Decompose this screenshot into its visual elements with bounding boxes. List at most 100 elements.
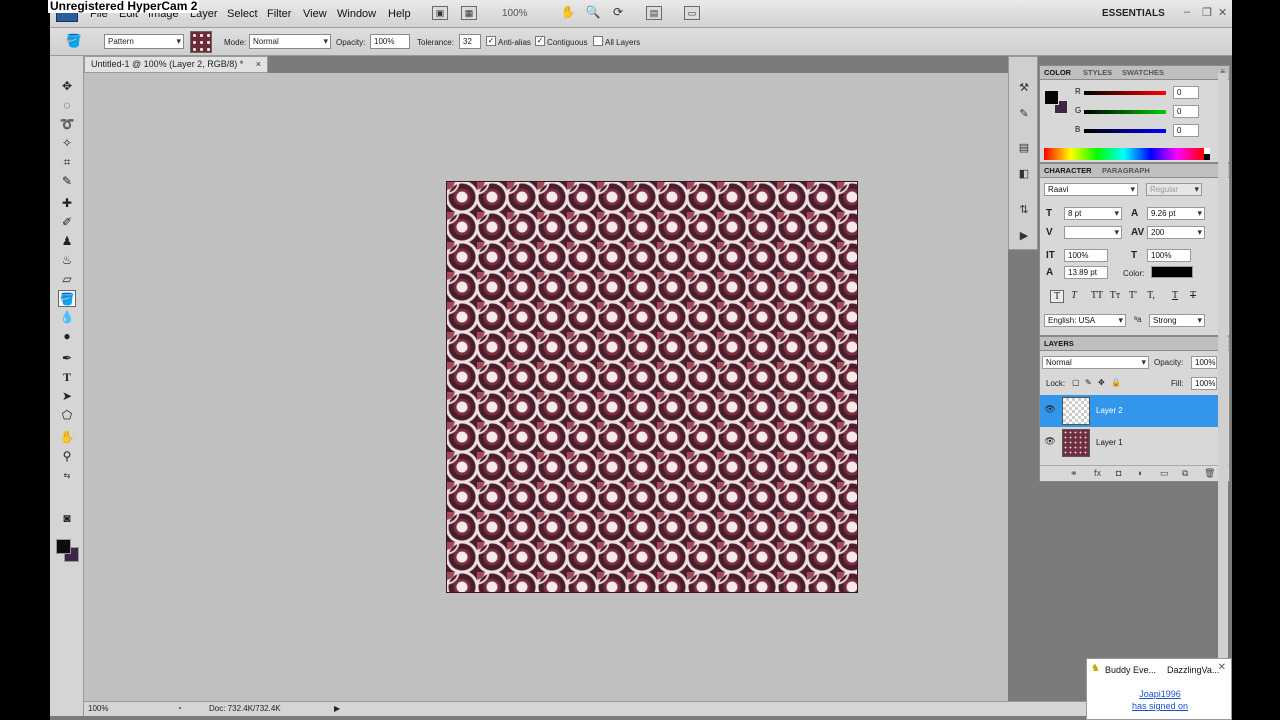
lasso-tool-icon[interactable]: ➰ — [58, 116, 76, 133]
horizontal-scale-field[interactable]: 100% — [1147, 249, 1191, 262]
brushes-panel-icon[interactable]: ✎ — [1016, 107, 1032, 121]
adjustment-layer-icon[interactable]: ◐ — [1138, 468, 1143, 478]
quick-mask-icon[interactable]: ◙ — [58, 510, 76, 527]
zoom-icon[interactable]: ⚲ — [58, 448, 76, 465]
lock-transparent-icon[interactable]: ▢ — [1072, 378, 1080, 387]
history-brush-tool-icon[interactable]: ♨ — [58, 252, 76, 269]
new-group-icon[interactable]: ▭ — [1160, 468, 1169, 479]
anti-alias-checkbox[interactable]: ✓ — [486, 36, 496, 46]
subscript-button[interactable]: T, — [1144, 290, 1158, 303]
buddy-notification[interactable]: ♞ Buddy Eve... DazzlingVa... ✕ Joapi1996… — [1086, 658, 1232, 720]
magic-wand-tool-icon[interactable]: ✧ — [58, 135, 76, 152]
fill-source-select[interactable]: Pattern — [104, 34, 184, 49]
foreground-color-swatch[interactable] — [56, 539, 71, 554]
tab-layers[interactable]: LAYERS — [1044, 339, 1074, 348]
tolerance-field[interactable]: 32 — [459, 34, 481, 49]
small-caps-button[interactable]: Tт — [1108, 290, 1122, 303]
black-white-ramp[interactable] — [1204, 148, 1210, 160]
superscript-button[interactable]: T' — [1126, 290, 1140, 303]
arrange-documents-icon[interactable]: ▤ — [646, 6, 662, 20]
opacity-field[interactable]: 100% — [370, 34, 410, 49]
faux-bold-button[interactable]: T — [1050, 290, 1064, 303]
restore-icon[interactable]: ❐ — [1202, 6, 1212, 19]
layer-style-icon[interactable]: fx — [1094, 468, 1101, 478]
eye-icon[interactable]: 👁 — [1044, 436, 1056, 448]
3d-rotate-tool-icon[interactable]: ✋ — [58, 429, 76, 446]
g-value-field[interactable]: 0 — [1173, 105, 1199, 118]
r-value-field[interactable]: 0 — [1173, 86, 1199, 99]
brush-tool-icon[interactable]: ✐ — [58, 214, 76, 231]
hand-tool-icon[interactable]: ✋ — [560, 6, 576, 20]
pattern-picker[interactable] — [190, 31, 212, 53]
blur-tool-icon[interactable]: 💧 — [58, 309, 76, 326]
tool-presets-icon[interactable]: ⚒ — [1016, 81, 1032, 95]
lock-position-icon[interactable]: ✥ — [1098, 378, 1105, 387]
document-tab[interactable]: Untitled-1 @ 100% (Layer 2, RGB/8) * × — [84, 56, 268, 73]
path-selection-tool-icon[interactable]: ➤ — [58, 388, 76, 405]
menu-help[interactable]: Help — [388, 8, 411, 20]
leading-field[interactable]: 9.26 pt — [1147, 207, 1205, 220]
faux-italic-button[interactable]: T — [1067, 290, 1081, 303]
menu-select[interactable]: Select — [227, 8, 258, 20]
status-zoom[interactable]: 100% — [88, 702, 108, 715]
baseline-shift-field[interactable]: 13.89 pt — [1064, 266, 1108, 279]
b-slider[interactable] — [1084, 129, 1166, 133]
vertical-scale-field[interactable]: 100% — [1064, 249, 1108, 262]
kerning-field[interactable] — [1064, 226, 1122, 239]
play-action-icon[interactable]: ▶ — [1016, 229, 1032, 243]
notification-status-link[interactable]: has signed on — [1087, 701, 1233, 711]
font-size-field[interactable]: 8 pt — [1064, 207, 1122, 220]
mode-select[interactable]: Normal — [249, 34, 331, 49]
tab-color[interactable]: COLOR — [1044, 68, 1071, 77]
all-caps-button[interactable]: TT — [1090, 290, 1104, 303]
delete-layer-icon[interactable]: 🗑 — [1204, 468, 1215, 479]
menu-view[interactable]: View — [303, 8, 327, 20]
fill-field[interactable]: 100% — [1191, 377, 1217, 390]
move-tool-icon[interactable]: ✥ — [58, 78, 76, 95]
blend-mode-select[interactable]: Normal — [1042, 356, 1149, 369]
clone-stamp-tool-icon[interactable]: ♟ — [58, 233, 76, 250]
lock-all-icon[interactable]: 🔒 — [1111, 378, 1121, 387]
all-layers-checkbox[interactable] — [593, 36, 603, 46]
status-menu-arrow-icon[interactable]: ▶ — [334, 702, 340, 715]
paint-bucket-preset-icon[interactable]: 🪣 — [64, 33, 84, 51]
dodge-tool-icon[interactable]: ● — [58, 328, 76, 345]
layer-mask-icon[interactable]: ◘ — [1116, 468, 1121, 478]
lock-image-icon[interactable]: ✎ — [1085, 378, 1092, 387]
close-icon[interactable]: ✕ — [1218, 6, 1227, 19]
tab-swatches[interactable]: SWATCHES — [1122, 68, 1164, 77]
zoom-tool-icon[interactable]: 🔍 — [585, 6, 601, 20]
font-style-select[interactable]: Regular — [1146, 183, 1202, 196]
tab-styles[interactable]: STYLES — [1083, 68, 1112, 77]
close-icon[interactable]: ✕ — [1218, 662, 1226, 673]
status-info-icon[interactable]: ◔ — [177, 702, 182, 715]
view-extras-icon[interactable]: ▦ — [461, 6, 477, 20]
actions-panel-icon[interactable]: ⇅ — [1016, 203, 1032, 217]
new-layer-icon[interactable]: ⧉ — [1182, 468, 1188, 479]
underline-button[interactable]: T — [1168, 290, 1182, 303]
link-layers-icon[interactable]: ⚭ — [1070, 468, 1078, 479]
clone-source-icon[interactable]: ◧ — [1016, 167, 1032, 181]
g-slider[interactable] — [1084, 110, 1166, 114]
shape-tool-icon[interactable]: ⬠ — [58, 407, 76, 424]
eyedropper-tool-icon[interactable]: ✎ — [58, 173, 76, 190]
contiguous-checkbox[interactable]: ✓ — [535, 36, 545, 46]
layer-name[interactable]: Layer 1 — [1096, 438, 1123, 447]
crop-tool-icon[interactable]: ⌗ — [58, 154, 76, 171]
zoom-level-select[interactable]: 100% — [502, 8, 528, 19]
healing-brush-tool-icon[interactable]: ✚ — [58, 195, 76, 212]
r-slider[interactable] — [1084, 91, 1166, 95]
pattern-canvas[interactable] — [446, 181, 858, 593]
eye-icon[interactable]: 👁 — [1044, 404, 1056, 416]
history-panel-icon[interactable]: ▤ — [1016, 141, 1032, 155]
layer-row[interactable]: 👁 Layer 1 — [1040, 427, 1221, 459]
bridge-icon[interactable]: ▣ — [432, 6, 448, 20]
paint-bucket-tool-icon[interactable]: 🪣 — [58, 290, 76, 307]
workspace-switcher[interactable]: ESSENTIALS — [1102, 8, 1165, 19]
swap-colors-icon[interactable]: ⇆ — [58, 467, 76, 484]
eraser-tool-icon[interactable]: ▱ — [58, 271, 76, 288]
screen-mode-icon[interactable]: ▭ — [684, 6, 700, 20]
tracking-field[interactable]: 200 — [1147, 226, 1205, 239]
tab-paragraph[interactable]: PARAGRAPH — [1102, 166, 1150, 175]
strikethrough-button[interactable]: T — [1186, 290, 1200, 303]
